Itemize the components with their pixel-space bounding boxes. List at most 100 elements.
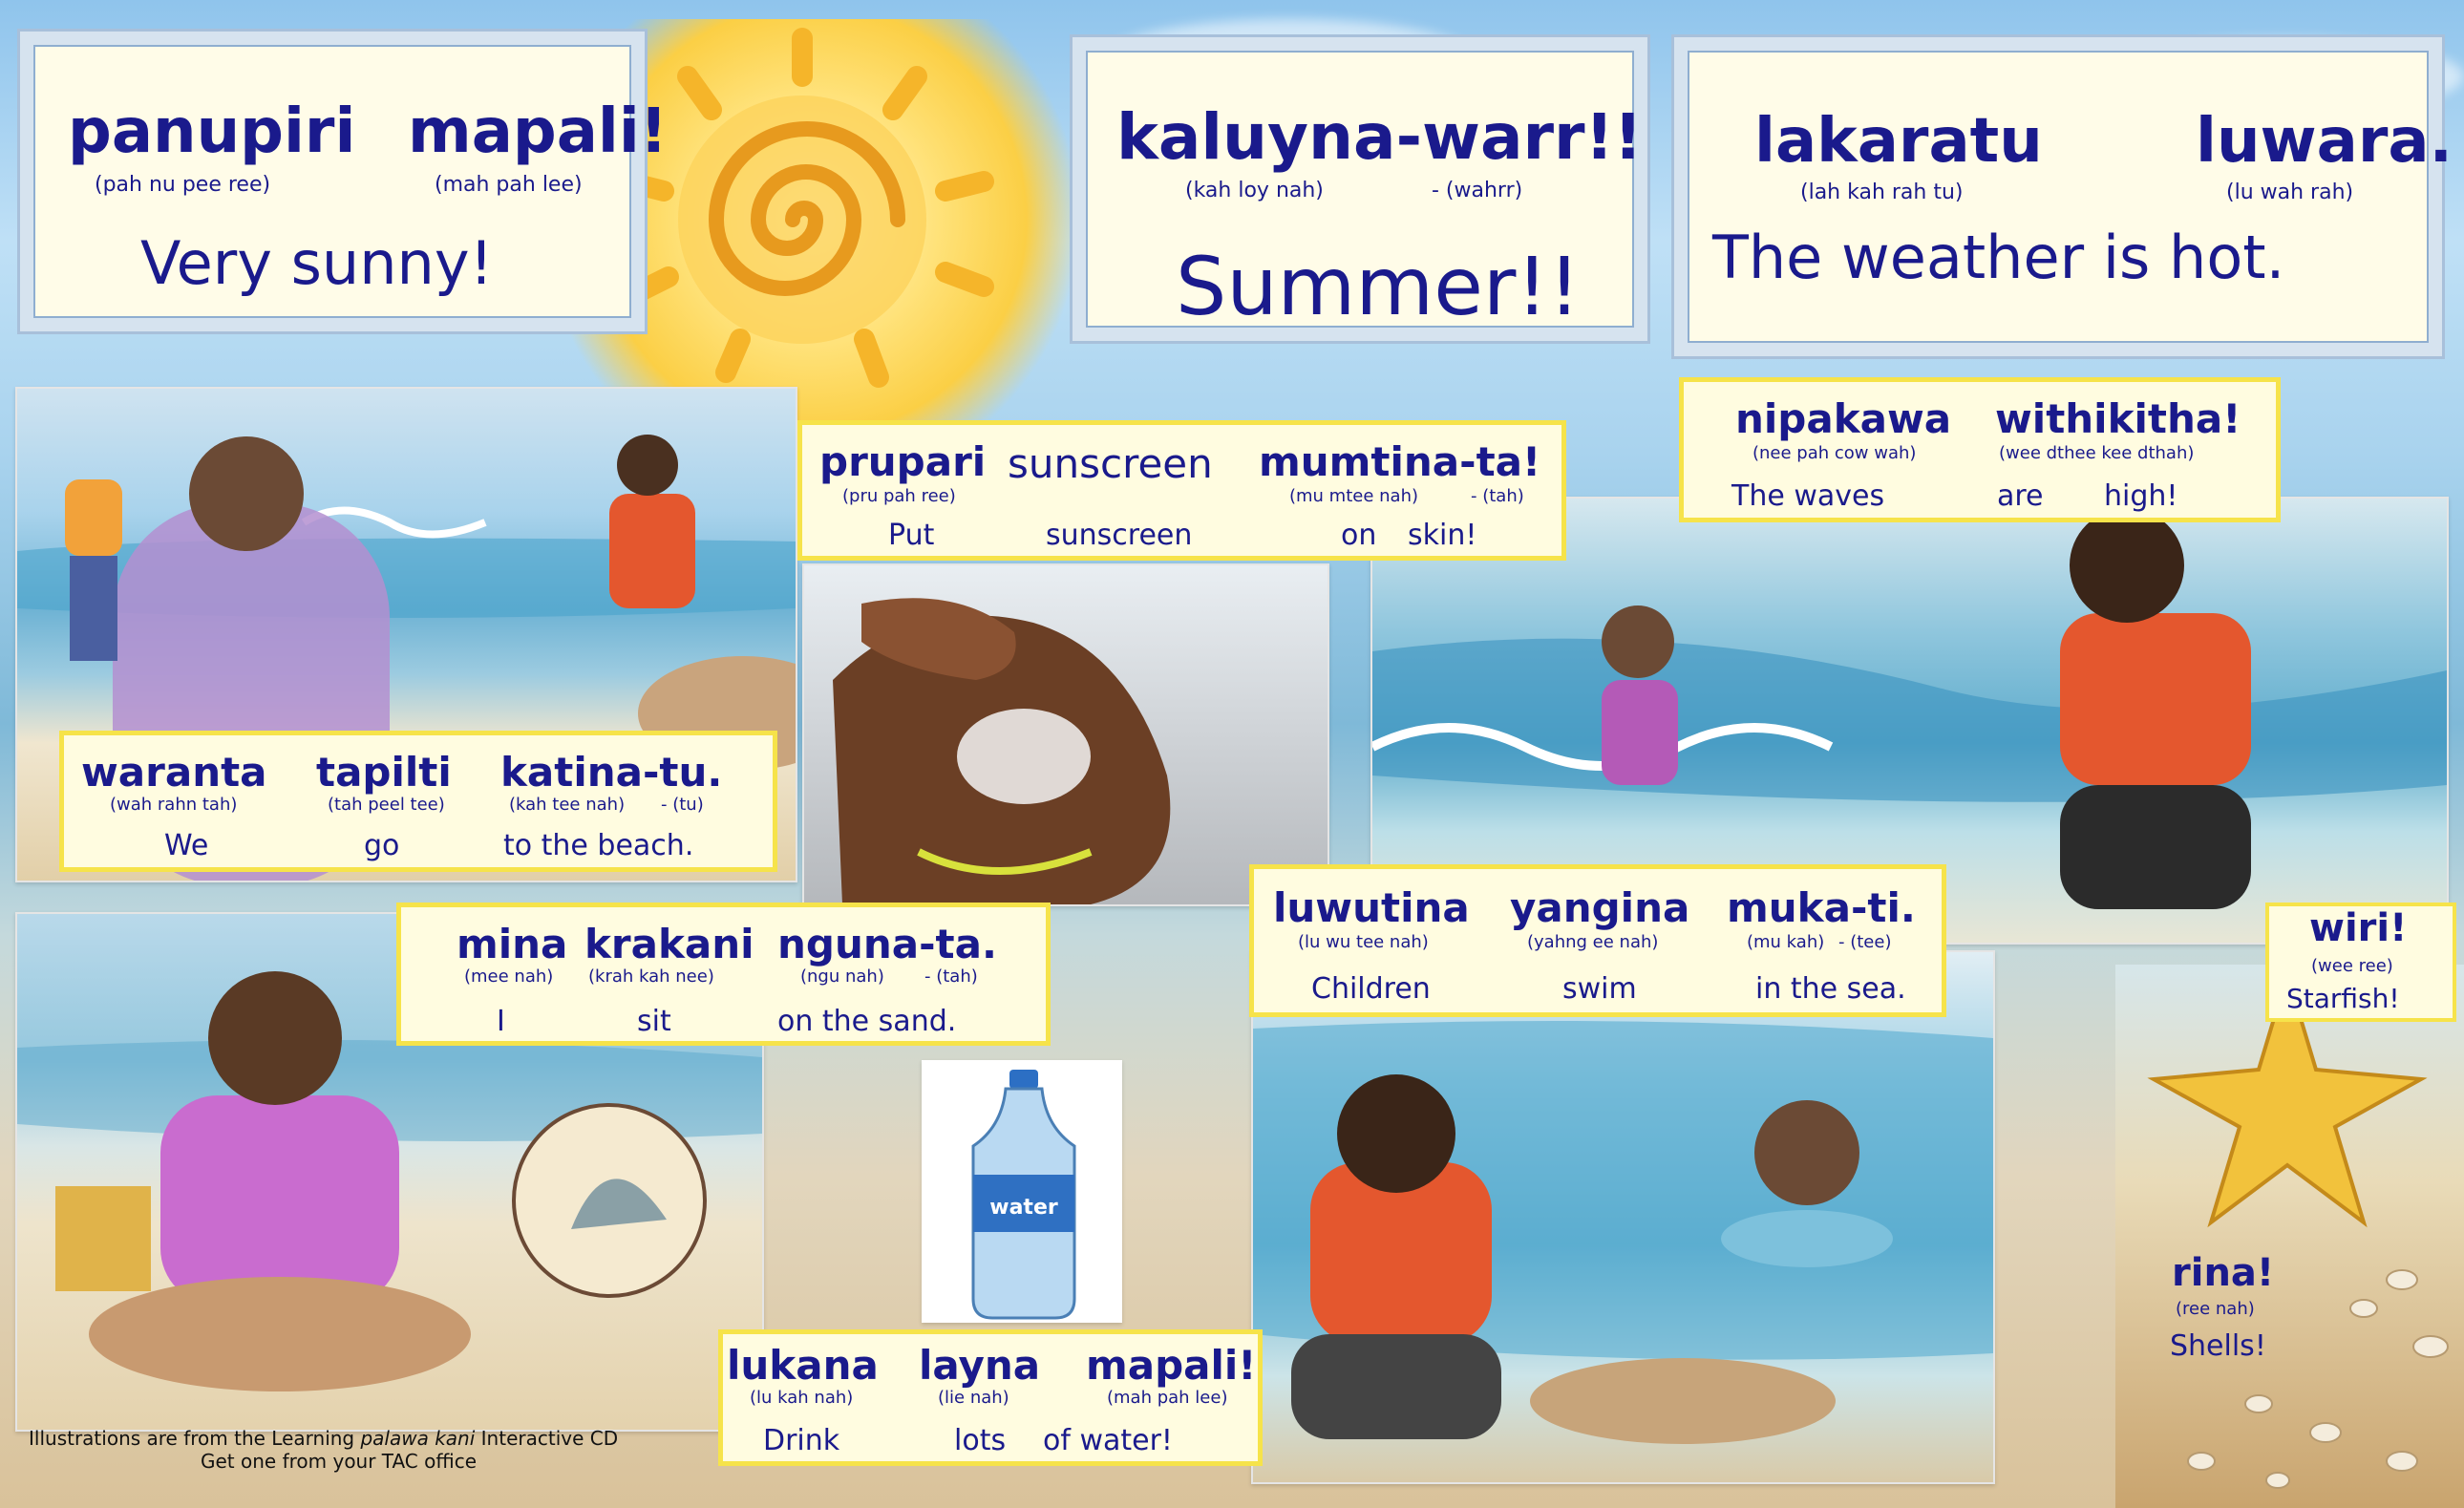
- pron-mapali: (mah pah lee): [435, 173, 583, 197]
- pron-ta: - (tah): [924, 966, 978, 987]
- pron-mumtina: (mu mtee nah): [1289, 486, 1419, 506]
- english-weather-hot: The weather is hot.: [1712, 223, 2285, 292]
- word-panupiri: panupiri: [68, 96, 356, 167]
- caption-swim: luwutina yangina muka-ti. (lu wu tee nah…: [1249, 864, 1946, 1017]
- english-put: Put: [888, 519, 935, 552]
- word-mina: mina: [457, 921, 568, 967]
- pron-mina: (mee nah): [464, 966, 554, 987]
- word-kaluyna-warr: kaluyna-warr!!: [1116, 100, 1643, 174]
- word-nipakawa: nipakawa: [1735, 395, 1952, 442]
- word-luwutina: luwutina: [1273, 884, 1470, 931]
- pron-withikitha: (wee dthee kee dthah): [1999, 443, 2195, 463]
- word-mumtina-ta: mumtina-ta!: [1259, 438, 1541, 485]
- word-layna: layna: [919, 1342, 1041, 1389]
- children-swimming-illustration: [1253, 1021, 1993, 1444]
- word-tapilti: tapilti: [316, 749, 452, 796]
- english-on: on: [1341, 519, 1377, 552]
- word-nguna-ta: nguna-ta.: [777, 921, 997, 967]
- english-summer: Summer!!: [1176, 240, 1581, 333]
- english-lots: lots: [954, 1424, 1007, 1457]
- word-mapali: mapali!: [1086, 1342, 1257, 1389]
- word-katina-tu: katina-tu.: [500, 749, 723, 796]
- pron-wiri: (wee ree): [2311, 956, 2393, 976]
- pron-krakani: (krah kah nee): [588, 966, 714, 987]
- credit-text-c: Interactive CD: [475, 1427, 619, 1450]
- pron-muka: (mu kah): [1747, 932, 1825, 952]
- pron-rina: (ree nah): [2176, 1299, 2255, 1319]
- english-drink: Drink: [763, 1424, 840, 1457]
- english-of-water: of water!: [1043, 1424, 1173, 1457]
- pron-lukana: (lu kah nah): [750, 1388, 854, 1408]
- english-very-sunny: Very sunny!: [140, 228, 494, 298]
- english-sit: sit: [637, 1005, 671, 1038]
- english-sunscreen: sunscreen: [1046, 519, 1193, 552]
- sunscreen-arm-photo: [833, 598, 1171, 904]
- english-skin: skin!: [1408, 519, 1477, 552]
- illustration-swimming: [1251, 950, 1995, 1484]
- pron-waranta: (wah rahn tah): [110, 795, 238, 815]
- pron-lakaratu: (lah kah rah tu): [1800, 181, 1964, 204]
- photo-water-bottle: water: [922, 1060, 1122, 1323]
- pron-tapilti: (tah peel tee): [328, 795, 445, 815]
- english-go: go: [364, 829, 400, 862]
- english-starfish: Starfish!: [2286, 983, 2400, 1014]
- word-wiri: wiri!: [2309, 906, 2408, 950]
- english-we: We: [164, 829, 209, 862]
- english-to-the-beach: to the beach.: [503, 829, 694, 862]
- credit-text-a: Illustrations are from the Learning: [29, 1427, 361, 1450]
- pron-nipakawa: (nee pah cow wah): [1752, 443, 1917, 463]
- english-are: are: [1997, 479, 2044, 513]
- bottle-label: water: [989, 1196, 1058, 1220]
- credit-line-2: Get one from your TAC office: [201, 1450, 477, 1473]
- title-panel-sunny: panupiri (pah nu pee ree) mapali! (mah p…: [17, 29, 668, 334]
- pron-kaluyna: (kah loy nah): [1185, 179, 1324, 202]
- pron-tu: - (tu): [661, 795, 704, 815]
- english-swim: swim: [1562, 972, 1637, 1006]
- word-waranta: waranta: [81, 749, 267, 796]
- word-krakani: krakani: [584, 921, 754, 967]
- word-withikitha: withikitha!: [1995, 395, 2241, 442]
- pron-mapali: (mah pah lee): [1107, 1388, 1228, 1408]
- pron-luwutina: (lu wu tee nah): [1298, 932, 1429, 952]
- title-panel-weather: lakaratu (lah kah rah tu) luwara. (lu wa…: [1671, 34, 2453, 359]
- english-on-the-sand: on the sand.: [777, 1005, 957, 1038]
- word-prupari: prupari: [819, 438, 987, 485]
- pron-panupiri: (pah nu pee ree): [95, 173, 271, 197]
- credit-line-1: Illustrations are from the Learning pala…: [29, 1427, 618, 1450]
- poster-page: { "title_panels": [ {"words": [{"text":"…: [0, 0, 2464, 1508]
- water-bottle-icon: [971, 1070, 1076, 1320]
- english-the-waves: The waves: [1731, 479, 1885, 513]
- english-i: I: [497, 1005, 505, 1038]
- word-yangina: yangina: [1510, 884, 1690, 931]
- word-muka-ti: muka-ti.: [1727, 884, 1916, 931]
- caption-beach: waranta tapilti katina-tu. (wah rahn tah…: [59, 731, 777, 872]
- title-panel-summer: kaluyna-warr!! (kah loy nah) - (wahrr) S…: [1070, 34, 1650, 344]
- caption-waves: nipakawa withikitha! (nee pah cow wah) (…: [1679, 377, 2281, 522]
- photo-sunscreen: [802, 563, 1329, 906]
- pron-warr: - (wahrr): [1432, 179, 1523, 202]
- english-in-the-sea: in the sea.: [1755, 972, 1906, 1006]
- word-lukana: lukana: [727, 1342, 879, 1389]
- english-children: Children: [1311, 972, 1431, 1006]
- caption-starfish: wiri! (wee ree) Starfish!: [2265, 903, 2456, 1022]
- illustration-starfish-shells: [2115, 965, 2464, 1508]
- pron-nguna: (ngu nah): [800, 966, 884, 987]
- word-mapali: mapali!: [408, 96, 668, 167]
- caption-sunscreen: prupari sunscreen mumtina-ta! (pru pah r…: [797, 420, 1566, 561]
- english-shells: Shells!: [2170, 1329, 2266, 1363]
- pron-yangina: (yahng ee nah): [1527, 932, 1659, 952]
- word-rina: rina!: [2172, 1251, 2275, 1295]
- pron-ta: - (tah): [1471, 486, 1524, 506]
- word-lakaratu: lakaratu: [1754, 106, 2043, 177]
- caption-water: lukana layna mapali! (lu kah nah) (lie n…: [718, 1329, 1263, 1466]
- word-luwara: luwara.: [2196, 106, 2453, 177]
- pron-katina: (kah tee nah): [509, 795, 626, 815]
- pron-ti: - (tee): [1838, 932, 1892, 952]
- pron-luwara: (lu wah rah): [2226, 181, 2354, 204]
- pron-layna: (lie nah): [938, 1388, 1009, 1408]
- word-sunscreen: sunscreen: [1008, 440, 1213, 487]
- starfish-icon: [2147, 967, 2449, 1489]
- caption-sand: mina krakani nguna-ta. (mee nah) (krah k…: [396, 903, 1051, 1046]
- pron-prupari: (pru pah ree): [842, 486, 956, 506]
- english-high: high!: [2104, 479, 2178, 513]
